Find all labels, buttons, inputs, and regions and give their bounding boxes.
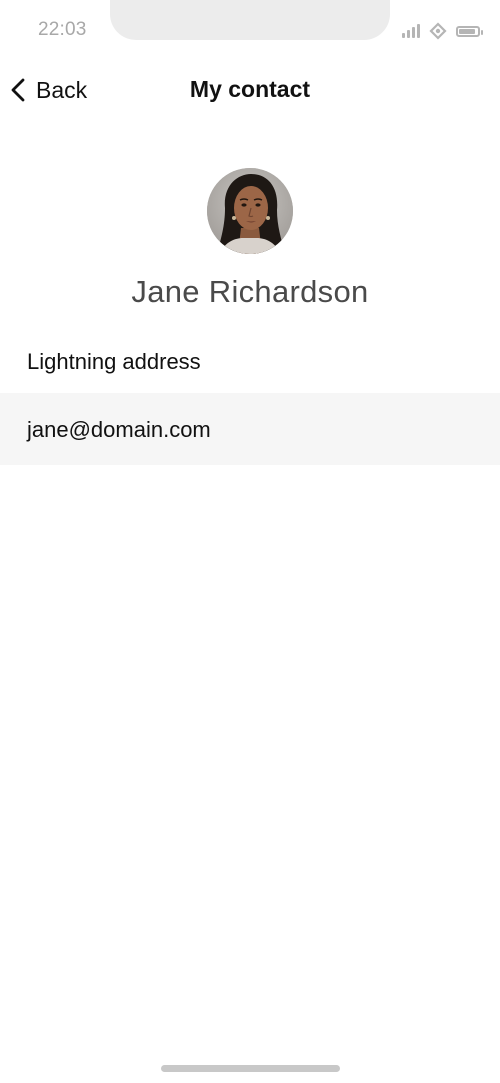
page-title: My contact [189,76,311,102]
battery-icon [456,25,483,37]
lightning-address-label: Lightning address [27,349,201,374]
lightning-address-row[interactable]: jane@domain.com [0,393,500,465]
avatar-photo [207,168,293,254]
status-bar: 22:03 [0,0,500,60]
home-indicator[interactable] [161,1065,340,1072]
contact-name: Jane Richardson [131,274,369,309]
wifi-icon [429,22,447,40]
device-notch [110,0,390,40]
lightning-address-value: jane@domain.com [27,417,211,442]
status-time: 22:03 [38,19,87,40]
signal-icon [402,24,420,38]
status-icons [402,20,483,42]
nav-bar: Back My contact [0,66,500,114]
avatar [207,168,293,254]
